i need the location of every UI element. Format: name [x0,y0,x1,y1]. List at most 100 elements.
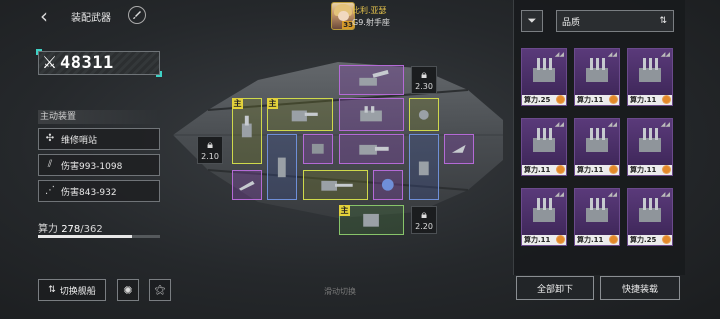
unload-all-button[interactable]: 全部卸下 [516,276,594,300]
long-cannon-icon [321,181,354,191]
armor-module-icon [312,144,324,154]
weapon-slot[interactable] [303,170,368,200]
equipment-card[interactable]: ◢◢ 算力.25 [627,188,673,246]
missile-battery-icon [363,214,380,227]
lock-level: 2.20 [415,221,433,231]
equipment-card[interactable]: ◢◢ 算力.25 [521,48,567,106]
weapon-slot[interactable] [303,134,333,164]
weapon-slot[interactable] [444,134,474,164]
heavy-cannon-icon [359,145,390,155]
weapon-icon [533,128,555,152]
weapon-slot[interactable] [267,134,297,200]
sort-label: 品质 [562,17,581,28]
filter-icon: ⏷ [527,14,537,27]
skill-label: 维修哨站 [61,135,98,146]
lock-icon: 🔒︎ [421,207,427,221]
signal-icon: ◢◢ [607,51,617,58]
weapon-slot[interactable] [339,65,404,95]
weapon-icon [586,128,608,152]
weapon-slot-main[interactable]: 主 [339,205,404,235]
weapon-icon [533,198,555,222]
back-chevron-icon: ‹ [40,4,48,28]
paint-button[interactable] [128,6,146,24]
compute-progress-fill [38,235,132,238]
filter-button[interactable]: ⏷ [521,10,543,32]
weapon-slot[interactable] [409,134,439,200]
quick-equip-button[interactable]: 快捷装载 [600,276,680,300]
weapon-slot[interactable] [339,134,404,164]
equipment-card[interactable]: ◢◢ 算力.11 [627,48,673,106]
locked-slot[interactable]: 🔒︎ 2.10 [197,136,223,164]
switch-ship-button[interactable]: ⇅ 切换舰船 [38,279,106,301]
compute-progress-bar [38,235,160,238]
lock-level: 2.10 [201,151,219,161]
quality-gear-icon [556,235,565,244]
signal-icon: ◢◢ [607,121,617,128]
weapon-slot[interactable] [232,170,262,200]
combat-power-value: 48311 [60,53,114,73]
sort-arrows-icon: ⇅ [659,16,667,26]
quality-gear-icon [556,165,565,174]
weapon-icon [586,198,608,222]
missile-pod-icon [239,181,255,191]
weapon-icon [639,128,661,152]
equipment-card[interactable]: ◢◢ 算力.11 [574,118,620,176]
compute-current: 278 [61,224,81,235]
signal-icon: ◢◢ [660,121,670,128]
locked-slot[interactable]: 🔒︎ 2.20 [411,206,437,234]
weapon-icon [639,58,661,82]
page-title: 装配武器 [71,13,111,24]
signal-icon: ◢◢ [660,191,670,198]
laser-icon: ⋰ [45,185,55,196]
brush-icon [133,11,141,19]
equipment-card[interactable]: ◢◢ 算力.11 [521,118,567,176]
weapon-icon [639,198,661,222]
skill-row-laser[interactable]: ⋰ 伤害843-932 [38,180,160,202]
quality-gear-icon [609,95,618,104]
launcher-icon [419,161,429,175]
combat-power-box: ⚔ 48311 [36,49,162,77]
weapon-slot[interactable] [339,98,404,131]
quality-gear-icon [662,235,671,244]
equipment-card[interactable]: ◢◢ 算力.11 [627,118,673,176]
compute-max: /362 [80,224,103,235]
skill-label: 伤害843-932 [61,187,117,198]
signal-icon: ◢◢ [554,51,564,58]
equipment-card[interactable]: ◢◢ 算力.11 [574,48,620,106]
main-slot-tag: 主 [267,98,278,109]
crossed-swords-icon: ⚔ [42,53,58,73]
equipment-card[interactable]: ◢◢ 算力.11 [574,188,620,246]
weapon-slot[interactable] [409,98,439,131]
commander-name: 比利.亚瑟 [352,6,387,15]
turret-icon [242,115,252,137]
signal-icon: ◢◢ [660,51,670,58]
locked-slot[interactable]: 🔒︎ 2.30 [411,66,437,94]
shield-generator-icon [382,179,394,191]
formation-button[interactable]: ⚝ [149,279,171,301]
lock-level: 2.30 [415,81,433,91]
equipment-card[interactable]: ◢◢ 算力.11 [521,188,567,246]
formation-icon: ⚝ [154,283,166,296]
cannon-icon [359,70,390,86]
lock-icon: 🔒︎ [421,67,427,81]
back-button[interactable]: ‹ [34,5,54,27]
weapon-slot-main[interactable]: 主 [267,98,333,131]
weapon-icon [586,58,608,82]
switch-ship-label: 切换舰船 [59,286,96,297]
weapon-icon [533,58,555,82]
signal-icon: ◢◢ [607,191,617,198]
weapon-slot-main[interactable]: 主 [232,98,262,164]
signal-icon: ◢◢ [554,191,564,198]
weapon-slot[interactable] [373,170,403,200]
skill-row-missile[interactable]: ⫽ 伤害993-1098 [38,154,160,176]
turret-icon [291,110,318,122]
skill-row-repair[interactable]: ✣ 维修哨站 [38,128,160,150]
rail-gun-icon [278,157,286,177]
sort-select[interactable]: 品质 ⇅ [556,10,674,32]
compute-title: 算力 [38,224,58,235]
missile-launcher-icon [360,105,383,122]
quality-gear-icon [662,95,671,104]
lock-icon: 🔒︎ [207,137,213,151]
quality-gear-icon [662,165,671,174]
fleet-emblem-button[interactable]: ✺ [117,279,139,301]
